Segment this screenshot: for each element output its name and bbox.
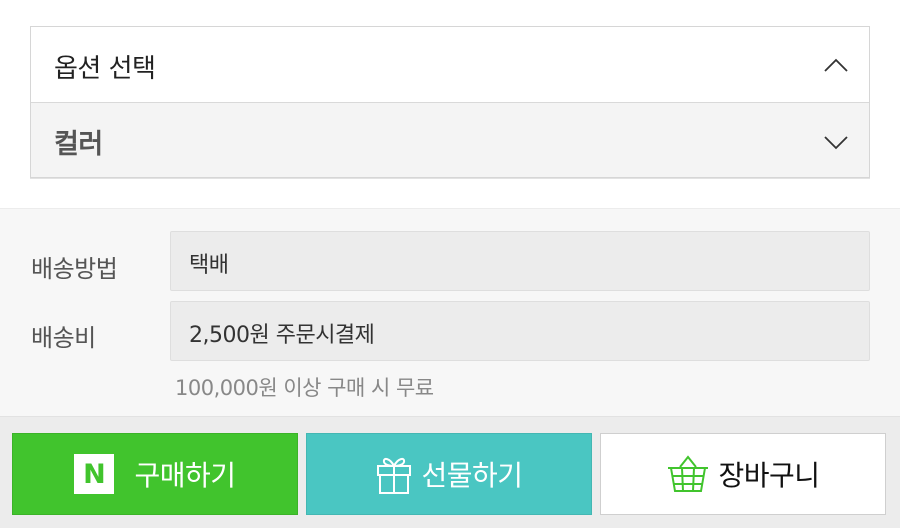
basket-icon bbox=[668, 455, 709, 492]
gift-button-label: 선물하기 bbox=[421, 459, 523, 492]
free-shipping-note: 100,000원 이상 구매 시 무료 bbox=[175, 376, 434, 400]
option-select-header[interactable]: 옵션 선택 bbox=[31, 27, 869, 103]
option-selector: 옵션 선택 컬러 bbox=[30, 26, 870, 178]
shipping-info: 배송방법 택배 배송비 2,500원 주문시결제 100,000원 이상 구매 … bbox=[0, 208, 900, 416]
cart-button-label: 장바구니 bbox=[718, 459, 820, 492]
shipping-method-label: 배송방법 bbox=[31, 255, 118, 283]
purchase-button-bar: N 구매하기 선물하기 장바구니 bbox=[0, 416, 900, 528]
gift-button[interactable]: 선물하기 bbox=[306, 433, 592, 515]
shipping-fee-label: 배송비 bbox=[31, 324, 96, 352]
shipping-method-field: 택배 bbox=[170, 231, 870, 291]
chevron-up-icon bbox=[824, 58, 848, 72]
shipping-fee-value: 2,500원 주문시결제 bbox=[189, 323, 375, 348]
option-select-title: 옵션 선택 bbox=[54, 54, 156, 84]
gift-icon bbox=[377, 457, 412, 494]
buy-button[interactable]: N 구매하기 bbox=[12, 433, 298, 515]
chevron-down-icon bbox=[824, 136, 848, 150]
option-color-label: 컬러 bbox=[54, 129, 103, 160]
option-selection-area: 옵션 선택 컬러 bbox=[0, 0, 900, 208]
shipping-fee-field: 2,500원 주문시결제 bbox=[170, 301, 870, 361]
option-color-dropdown[interactable]: 컬러 bbox=[31, 103, 869, 177]
buy-button-label: 구매하기 bbox=[134, 459, 236, 492]
cart-button[interactable]: 장바구니 bbox=[600, 433, 886, 515]
naver-n-logo: N bbox=[74, 454, 115, 494]
shipping-method-value: 택배 bbox=[189, 253, 229, 278]
